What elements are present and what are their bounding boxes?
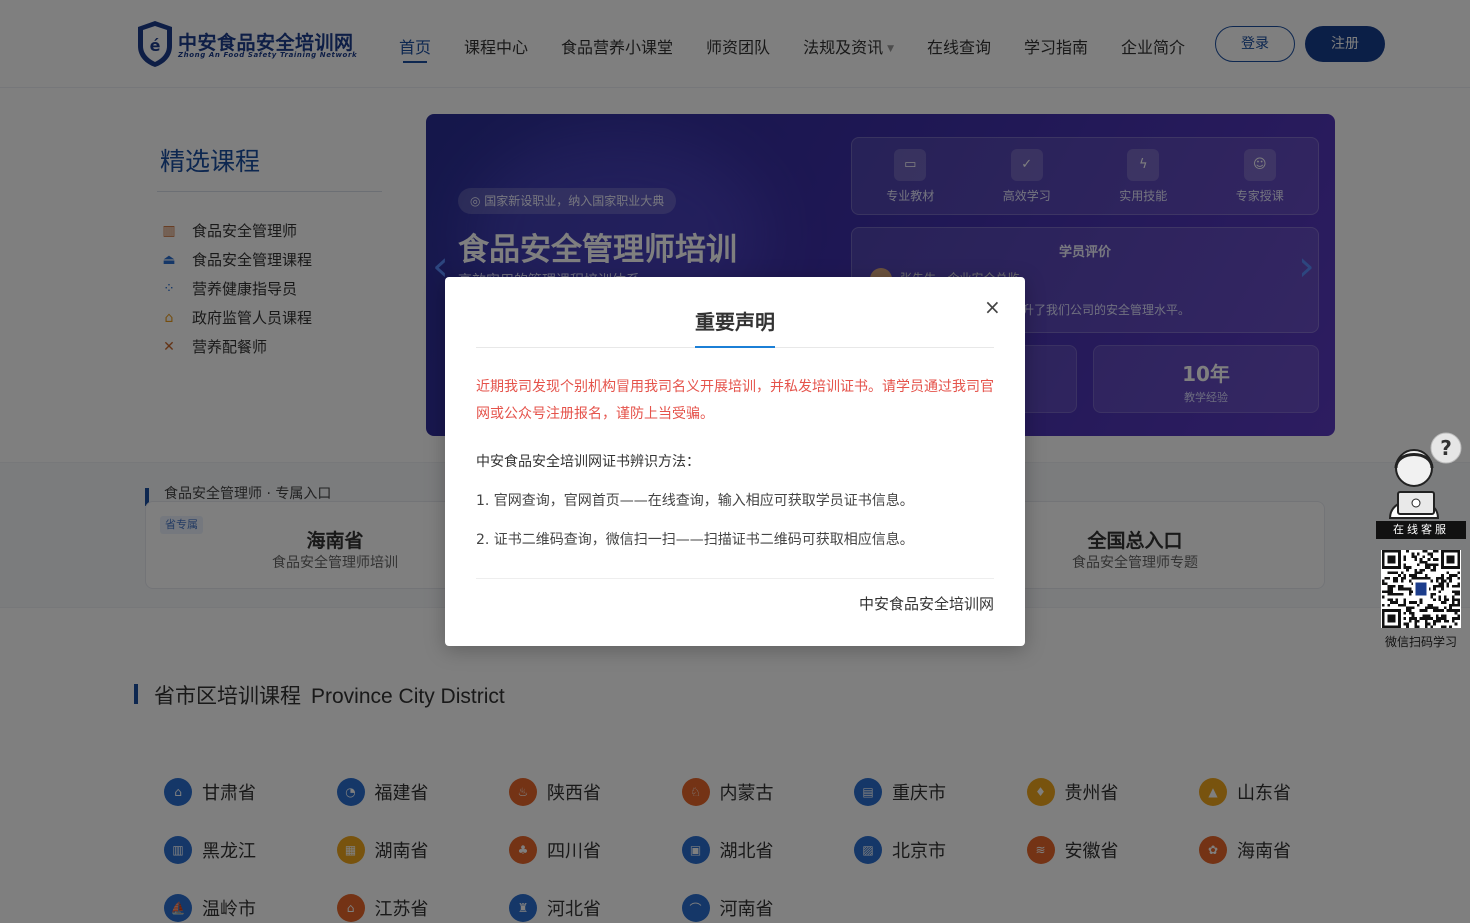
customer-service-icon[interactable]: ? <box>1386 432 1466 522</box>
wechat-qr-code <box>1381 550 1461 628</box>
qr-label: 微信扫码学习 <box>1384 635 1457 649</box>
divider <box>476 578 994 579</box>
modal-step-1: 1. 官网查询，官网首页——在线查询，输入相应可获取学员证书信息。 <box>476 493 914 509</box>
modal-step-2: 2. 证书二维码查询，微信扫一扫——扫描证书二维码可获取相应信息。 <box>476 532 914 548</box>
title-underline <box>695 346 775 348</box>
modal-signature: 中安食品安全培训网 <box>858 595 994 613</box>
modal-title: 重要声明 <box>695 310 775 334</box>
online-service-label[interactable]: 在线客服 <box>1376 521 1466 539</box>
modal-identify-heading: 中安食品安全培训网证书辨识方法： <box>476 454 700 470</box>
close-icon[interactable]: × <box>984 295 1001 319</box>
side-service-widget: ? 在线客服 微信扫码学习 <box>1376 432 1466 654</box>
important-notice-modal: 重要声明 × 近期我司发现个别机构冒用我司名义开展培训，并私发培训证书。请学员通… <box>445 277 1025 646</box>
modal-warning-text: 近期我司发现个别机构冒用我司名义开展培训，并私发培训证书。请学员通过我司官网或公… <box>476 379 994 422</box>
svg-text:?: ? <box>1440 436 1452 460</box>
